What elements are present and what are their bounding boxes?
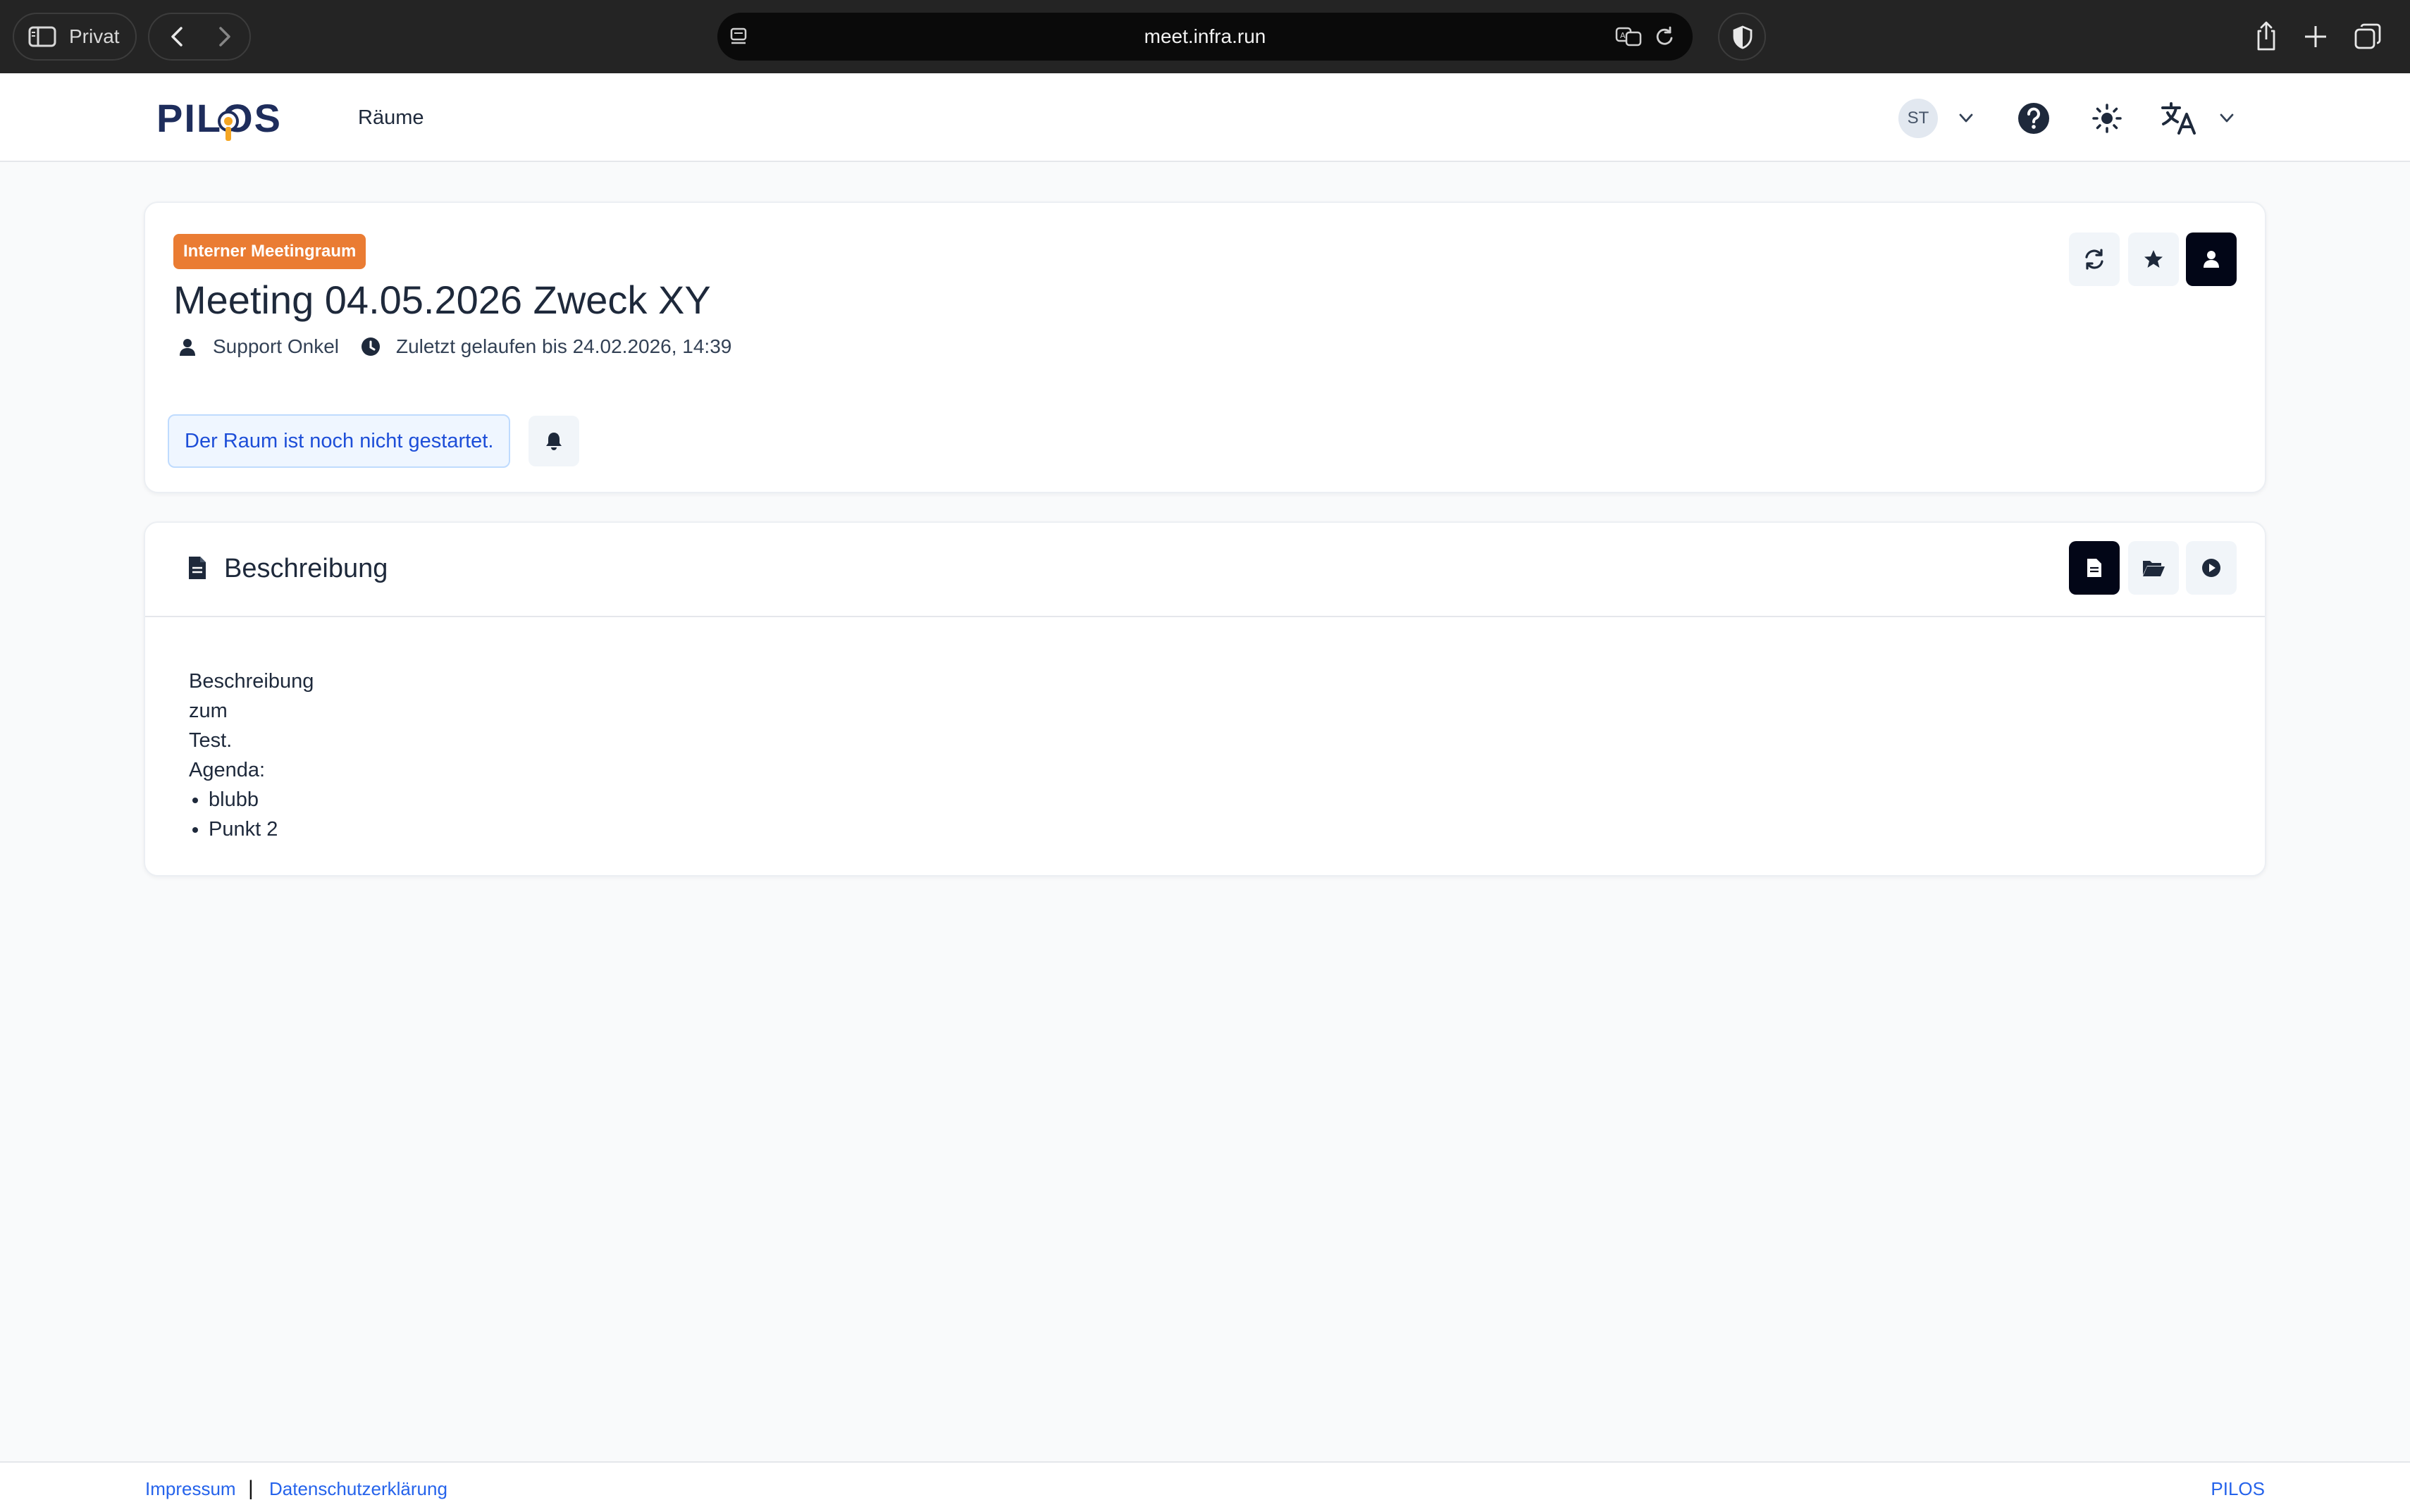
user-icon — [2204, 251, 2219, 268]
sidebar-icon — [28, 26, 56, 47]
room-title: Meeting 04.05.2026 Zweck XY — [173, 278, 711, 322]
reload-room-button[interactable] — [2069, 233, 2120, 286]
forward-icon[interactable] — [211, 24, 237, 49]
share-icon[interactable] — [2254, 21, 2279, 52]
description-card-header: Beschreibung — [145, 523, 2265, 617]
language-icon[interactable] — [2161, 101, 2197, 135]
private-label: Privat — [69, 25, 120, 47]
pilos-logo[interactable]: PILOS — [156, 94, 280, 141]
bell-icon — [546, 433, 562, 450]
room-status-message: Der Raum ist noch nicht gestartet. — [168, 414, 511, 468]
svg-text:A: A — [1620, 31, 1626, 40]
back-icon[interactable] — [165, 24, 190, 49]
file-text-icon — [2087, 559, 2101, 577]
history-nav — [148, 13, 251, 61]
description-line: Test. — [189, 729, 233, 752]
new-tab-icon[interactable] — [2303, 24, 2328, 49]
tab-files[interactable] — [2128, 541, 2179, 595]
user-menu-chevron-down-icon[interactable] — [1958, 113, 1975, 124]
play-circle-icon — [2202, 559, 2220, 577]
theme-toggle-sun-icon[interactable] — [2091, 103, 2122, 134]
privacy-report-button[interactable] — [1718, 13, 1766, 61]
shield-icon — [1733, 25, 1753, 49]
address-bar[interactable]: meet.infra.run A — [717, 13, 1693, 61]
room-header-card: Interner Meetingraum Meeting 04.05.2026 … — [144, 202, 2266, 493]
help-icon[interactable] — [2017, 101, 2051, 135]
tab-description[interactable] — [2069, 541, 2120, 595]
file-text-icon — [189, 557, 206, 579]
logo-accent-icon — [218, 111, 239, 141]
privacy-link[interactable]: Datenschutzerklärung — [269, 1478, 447, 1499]
last-run-text: Zuletzt gelaufen bis 24.02.2026, 14:39 — [396, 335, 732, 357]
membership-button[interactable] — [2186, 233, 2237, 286]
agenda-item: blubb — [209, 785, 314, 814]
owner-user-icon — [180, 339, 195, 356]
footer-brand-link[interactable]: PILOS — [2211, 1478, 2265, 1499]
description-line: Agenda: — [189, 759, 266, 781]
app-header: PILOS Räume ST — [0, 73, 2410, 162]
nav-rooms-link[interactable]: Räume — [358, 106, 424, 130]
reload-icon[interactable] — [1653, 25, 1676, 48]
url-text: meet.infra.run — [1144, 25, 1266, 47]
private-tab-group-button[interactable]: Privat — [13, 13, 137, 61]
notify-button[interactable] — [529, 416, 579, 466]
footer-separator: | — [248, 1477, 254, 1500]
clock-icon — [362, 337, 380, 356]
browser-toolbar: Privat meet.infra.run A — [0, 0, 2410, 73]
description-card: Beschreibung Beschreibung zum Test. Agen… — [144, 521, 2266, 876]
imprint-link[interactable]: Impressum — [145, 1478, 236, 1499]
room-owner: Support Onkel — [213, 335, 339, 357]
translate-page-icon[interactable]: A — [1615, 25, 1643, 48]
tab-overview-icon[interactable] — [2354, 23, 2382, 51]
user-avatar[interactable]: ST — [1898, 99, 1938, 138]
tab-recordings[interactable] — [2186, 541, 2237, 595]
folder-open-icon — [2143, 561, 2165, 576]
page-footer: Impressum | Datenschutzerklärung PILOS — [0, 1461, 2410, 1512]
description-line: zum — [189, 700, 228, 722]
star-icon — [2144, 250, 2163, 268]
agenda-list: blubb Punkt 2 — [189, 785, 314, 844]
language-menu-chevron-down-icon[interactable] — [2218, 113, 2235, 124]
favorite-button[interactable] — [2128, 233, 2179, 286]
description-content: Beschreibung zum Test. Agenda: blubb Pun… — [189, 667, 314, 844]
refresh-icon — [2085, 249, 2103, 270]
room-type-badge: Interner Meetingraum — [173, 234, 366, 269]
description-line: Beschreibung — [189, 670, 314, 693]
description-heading: Beschreibung — [224, 554, 388, 583]
agenda-item: Punkt 2 — [209, 814, 314, 844]
